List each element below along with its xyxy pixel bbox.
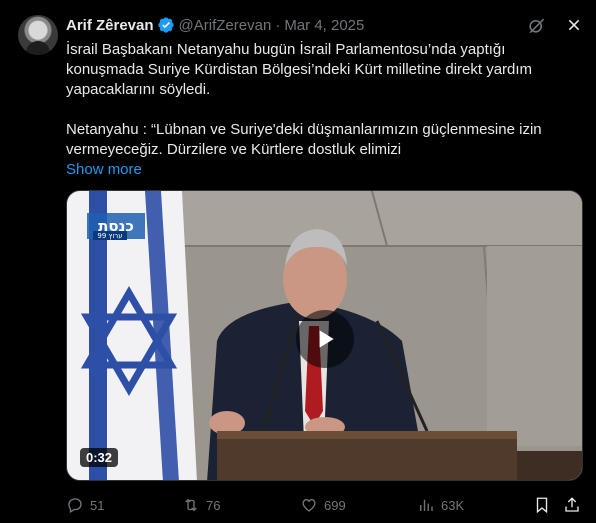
- grok-icon[interactable]: [526, 15, 546, 35]
- tweet-paragraph: İsrail Başbakanı Netanyahu bugün İsrail …: [66, 41, 533, 98]
- close-icon[interactable]: [564, 15, 584, 35]
- tweet-date[interactable]: Mar 4, 2025: [284, 17, 364, 34]
- tweet-header: Arif Zêrevan @ArifZerevan · Mar 4, 2025: [66, 15, 584, 35]
- repost-icon: [185, 498, 197, 512]
- channel-sub: ערוץ 99: [97, 232, 122, 240]
- repost-count: 76: [206, 497, 221, 513]
- author-handle[interactable]: @ArifZerevan: [179, 17, 272, 34]
- views-count: 63K: [441, 497, 465, 513]
- bookmark-button[interactable]: [533, 494, 551, 516]
- verified-icon: [157, 16, 175, 34]
- like-count: 699: [324, 497, 346, 513]
- author-name[interactable]: Arif Zêrevan: [66, 17, 154, 34]
- play-icon: [319, 330, 334, 348]
- tweet: Arif Zêrevan @ArifZerevan · Mar 4, 2025 …: [0, 0, 596, 523]
- views-icon: [420, 499, 433, 511]
- like-button[interactable]: 699: [300, 494, 346, 516]
- action-bar: 51 76 699 63K: [66, 494, 583, 516]
- tweet-text: İsrail Başbakanı Netanyahu bugün İsrail …: [66, 40, 578, 180]
- share-icon: [565, 497, 579, 512]
- repost-button[interactable]: 76: [182, 494, 220, 516]
- reply-count: 51: [90, 497, 105, 513]
- share-button[interactable]: [563, 494, 581, 516]
- reply-icon: [68, 498, 82, 513]
- avatar[interactable]: [18, 15, 58, 55]
- bookmark-icon: [536, 497, 548, 514]
- views-button[interactable]: 63K: [417, 494, 464, 516]
- tweet-paragraph: Netanyahu : “Lübnan ve Suriye'deki düşma…: [66, 121, 542, 158]
- video-duration: 0:32: [80, 448, 119, 467]
- show-more-link[interactable]: Show more: [66, 160, 578, 180]
- header-actions: [526, 15, 584, 35]
- separator-dot: ·: [275, 16, 281, 34]
- like-icon: [302, 499, 316, 512]
- play-button[interactable]: [296, 310, 354, 368]
- reply-button[interactable]: 51: [66, 494, 104, 516]
